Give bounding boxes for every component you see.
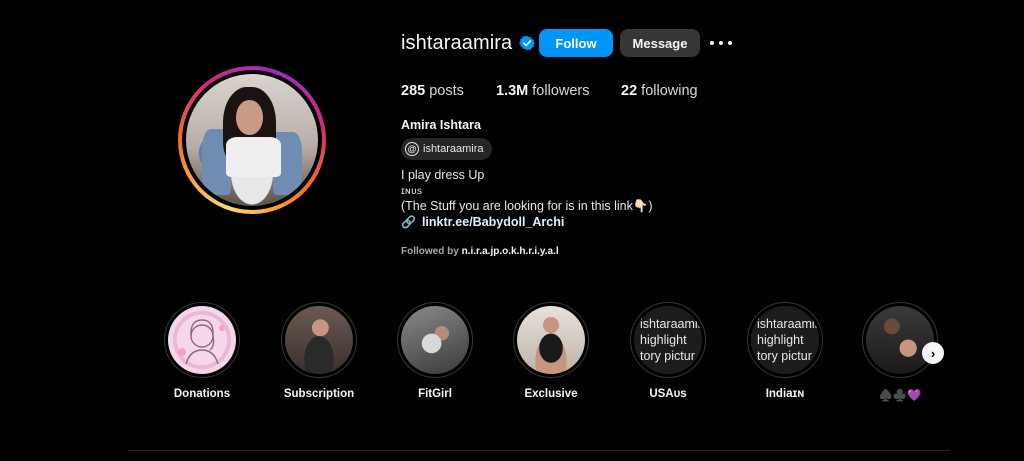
threads-handle: ishtaraamira [423, 143, 484, 155]
bio-line: (The Stuff you are looking for is in thi… [401, 199, 653, 213]
more-options-icon[interactable] [710, 35, 732, 51]
highlight-india[interactable]: ishtaraamira highlight tory pictur India… [747, 302, 823, 400]
avatar-photo [186, 74, 318, 206]
chevron-right-icon[interactable]: › [922, 342, 944, 364]
highlight-thumbnail: ishtaraamira highlight tory pictur [751, 306, 819, 374]
section-divider [128, 450, 950, 451]
highlight-subscription[interactable]: Subscription [281, 302, 357, 400]
highlight-label: FitGirl [418, 388, 452, 400]
followers-label: followers [532, 83, 590, 99]
highlight-label: Exclusive [524, 388, 578, 400]
profile-page: ishtaraamira Follow Message 285 posts 1.… [0, 0, 1024, 461]
highlight-thumbnail [285, 306, 353, 374]
followers-stat[interactable]: 1.3M followers [496, 83, 590, 99]
message-button[interactable]: Message [620, 29, 700, 57]
highlight-usa[interactable]: ishtaraamira highlight tory pictur USAᴜs [630, 302, 706, 400]
threads-link[interactable]: @ ishtaraamira [401, 138, 492, 160]
posts-count: 285 [401, 83, 426, 99]
bio-link[interactable]: 🔗 linktr.ee/Babydoll_Archi [401, 215, 564, 229]
full-name: Amira Ishtara [401, 118, 481, 132]
following-stat[interactable]: 22 following [621, 83, 698, 99]
bio-line: ɪɴᴜs [401, 186, 423, 197]
woman-outline-icon [178, 319, 225, 365]
followed-by-name: n.i.r.a.jp.o.k.h.r.i.y.a.l [461, 246, 559, 257]
profile-avatar[interactable] [178, 66, 326, 214]
link-icon: 🔗 [401, 215, 416, 229]
bio-link-text: linktr.ee/Babydoll_Archi [421, 215, 565, 229]
highlight-label: Indiaɪɴ [765, 388, 805, 400]
followed-by[interactable]: Followed by n.i.r.a.jp.o.k.h.r.i.y.a.l [401, 246, 559, 257]
highlight-exclusive[interactable]: Exclusive [513, 302, 589, 400]
followed-by-prefix: Followed by [401, 246, 459, 257]
following-count: 22 [621, 83, 638, 99]
highlight-thumbnail: ishtaraamira highlight tory pictur [634, 306, 702, 374]
highlight-label: Donations [173, 388, 231, 400]
threads-icon: @ [405, 142, 419, 156]
highlight-thumbnail [168, 306, 236, 374]
highlight-label: ♠️♣️💜 [878, 390, 922, 402]
username: ishtaraamira [401, 31, 513, 54]
bio-line: I play dress Up [401, 168, 485, 182]
verified-badge-icon [519, 35, 536, 51]
highlight-thumbnail [517, 306, 585, 374]
follow-button[interactable]: Follow [539, 29, 613, 57]
followers-count: 1.3M [496, 83, 529, 99]
posts-stat[interactable]: 285 posts [401, 83, 464, 99]
highlight-donations[interactable]: Donations [164, 302, 240, 400]
following-label: following [641, 83, 698, 99]
highlight-label: Subscription [283, 388, 355, 400]
posts-label: posts [429, 83, 464, 99]
highlight-thumbnail [866, 306, 934, 374]
highlight-thumbnail [401, 306, 469, 374]
highlight-label: USAᴜs [649, 388, 687, 400]
profile-header: ishtaraamira [401, 29, 536, 57]
highlight-fitgirl[interactable]: FitGirl [397, 302, 473, 400]
